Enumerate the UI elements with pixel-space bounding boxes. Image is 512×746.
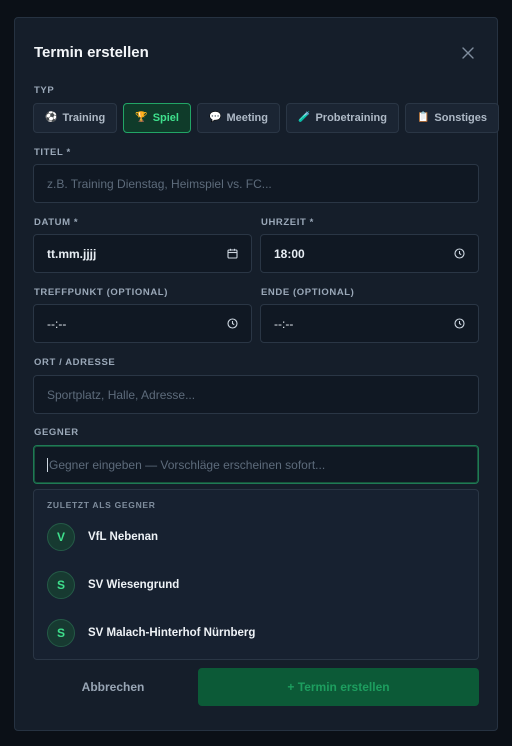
clock-icon[interactable] bbox=[227, 318, 238, 329]
trophy-icon: 🏆 bbox=[135, 112, 148, 123]
date-value: tt.mm.jjjj bbox=[47, 246, 97, 261]
text-cursor bbox=[47, 457, 48, 472]
test-icon: 🧪 bbox=[298, 112, 311, 123]
team-avatar: S bbox=[47, 619, 75, 647]
suggestion-item[interactable]: V VfL Nebenan bbox=[34, 515, 478, 559]
type-training-button[interactable]: ⚽ Training bbox=[33, 103, 118, 133]
opponent-label: GEGNER bbox=[34, 427, 79, 438]
suggestions-heading: ZULETZT ALS GEGNER bbox=[47, 500, 156, 510]
time-input[interactable]: 18:00 bbox=[260, 234, 479, 273]
type-probetraining-button[interactable]: 🧪 Probetraining bbox=[286, 103, 399, 133]
cancel-button[interactable]: Abbrechen bbox=[33, 668, 193, 706]
meet-label: TREFFPUNKT (OPTIONAL) bbox=[34, 287, 168, 298]
location-label: ORT / ADRESSE bbox=[34, 357, 116, 368]
type-spiel-button[interactable]: 🏆 Spiel bbox=[123, 103, 191, 133]
end-time-value: --:-- bbox=[274, 316, 294, 331]
team-name: SV Wiesengrund bbox=[88, 579, 180, 591]
type-option-label: Probetraining bbox=[315, 112, 387, 124]
time-value: 18:00 bbox=[274, 246, 305, 261]
team-avatar: V bbox=[47, 523, 75, 551]
date-label: DATUM * bbox=[34, 217, 79, 228]
close-icon[interactable] bbox=[461, 46, 475, 60]
type-sonstiges-button[interactable]: 📋 Sonstiges bbox=[404, 103, 499, 133]
type-option-label: Spiel bbox=[152, 112, 179, 124]
type-option-label: Meeting bbox=[226, 112, 268, 124]
type-option-label: Training bbox=[62, 112, 106, 124]
suggestion-item[interactable]: S SV Wiesengrund bbox=[34, 563, 478, 607]
opponent-input[interactable]: Gegner eingeben — Vorschläge erscheinen … bbox=[33, 445, 479, 484]
title-input[interactable]: z.B. Training Dienstag, Heimspiel vs. FC… bbox=[33, 164, 479, 203]
create-event-dialog: Termin erstellen TYP ⚽ Training 🏆 Spiel … bbox=[14, 17, 499, 731]
team-name: VfL Nebenan bbox=[88, 531, 159, 543]
type-label: TYP bbox=[34, 85, 55, 96]
type-meeting-button[interactable]: 💬 Meeting bbox=[196, 103, 280, 133]
team-avatar: S bbox=[47, 571, 75, 599]
soccer-ball-icon: ⚽ bbox=[45, 112, 58, 123]
meet-time-input[interactable]: --:-- bbox=[33, 304, 252, 343]
type-selector: ⚽ Training 🏆 Spiel 💬 Meeting 🧪 Probetrai… bbox=[33, 103, 499, 133]
date-input[interactable]: tt.mm.jjjj bbox=[33, 234, 252, 273]
title-label: TITEL * bbox=[34, 147, 71, 158]
clipboard-icon: 📋 bbox=[416, 112, 430, 123]
location-placeholder: Sportplatz, Halle, Adresse... bbox=[47, 387, 196, 402]
opponent-suggestions: ZULETZT ALS GEGNER V VfL Nebenan S SV Wi… bbox=[33, 489, 479, 660]
opponent-placeholder: Gegner eingeben — Vorschläge erscheinen … bbox=[49, 457, 326, 472]
title-placeholder: z.B. Training Dienstag, Heimspiel vs. FC… bbox=[47, 176, 272, 191]
team-name: SV Malach-Hinterhof Nürnberg bbox=[88, 627, 256, 639]
suggestion-item[interactable]: S SV Malach-Hinterhof Nürnberg bbox=[34, 611, 478, 655]
location-input[interactable]: Sportplatz, Halle, Adresse... bbox=[33, 375, 479, 414]
clock-icon[interactable] bbox=[454, 318, 465, 329]
clock-icon[interactable] bbox=[454, 248, 465, 259]
calendar-icon[interactable] bbox=[227, 248, 238, 259]
end-label: ENDE (OPTIONAL) bbox=[261, 287, 355, 298]
type-option-label: Sonstiges bbox=[434, 112, 487, 124]
end-time-input[interactable]: --:-- bbox=[260, 304, 479, 343]
speech-bubble-icon: 💬 bbox=[208, 112, 222, 123]
create-event-button[interactable]: + Termin erstellen bbox=[198, 668, 479, 706]
time-label: UHRZEIT * bbox=[261, 217, 314, 228]
dialog-title: Termin erstellen bbox=[34, 44, 149, 61]
meet-time-value: --:-- bbox=[47, 316, 67, 331]
